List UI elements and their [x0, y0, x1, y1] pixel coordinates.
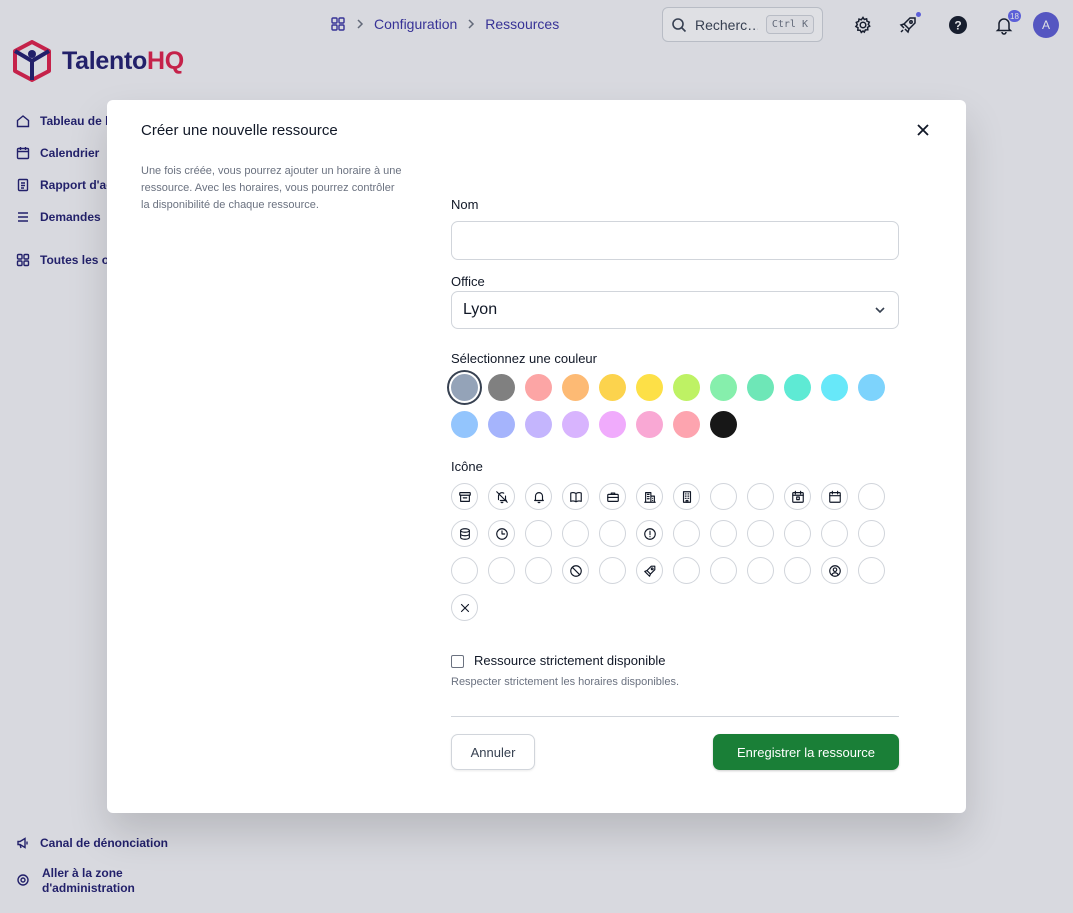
empty-icon-option[interactable]: [525, 557, 552, 584]
strict-availability-help: Respecter strictement les horaires dispo…: [451, 676, 680, 688]
bell-off-icon-option[interactable]: [488, 483, 515, 510]
empty-icon-option[interactable]: [784, 557, 811, 584]
office-label: Office: [451, 274, 485, 289]
empty-icon-option[interactable]: [710, 520, 737, 547]
color-swatch[interactable]: [784, 374, 811, 401]
color-swatch[interactable]: [636, 411, 663, 438]
database-icon: [459, 527, 470, 540]
empty-icon-option[interactable]: [673, 557, 700, 584]
color-swatch[interactable]: [710, 411, 737, 438]
modal-title: Créer une nouvelle ressource: [141, 122, 338, 139]
empty-icon-option[interactable]: [784, 520, 811, 547]
name-input[interactable]: [451, 221, 899, 260]
color-swatch[interactable]: [599, 411, 626, 438]
color-swatch[interactable]: [710, 374, 737, 401]
empty-icon-option[interactable]: [673, 520, 700, 547]
icon-label: Icône: [451, 459, 483, 474]
modal-description: Une fois créée, vous pourrez ajouter un …: [141, 165, 402, 211]
close-icon[interactable]: [915, 122, 931, 138]
save-resource-button[interactable]: Enregistrer la ressource: [713, 734, 899, 770]
empty-icon-option[interactable]: [562, 520, 589, 547]
ban-icon: [569, 564, 582, 577]
cancel-button[interactable]: Annuler: [451, 734, 535, 770]
color-swatch[interactable]: [562, 374, 589, 401]
empty-icon-option[interactable]: [710, 557, 737, 584]
color-swatch[interactable]: [562, 411, 589, 438]
ban-icon-option[interactable]: [562, 557, 589, 584]
strict-availability-label[interactable]: Ressource strictement disponible: [474, 653, 665, 668]
empty-icon-option[interactable]: [599, 520, 626, 547]
book-open-icon-option[interactable]: [562, 483, 589, 510]
empty-icon-option[interactable]: [821, 520, 848, 547]
bell-icon: [533, 491, 544, 503]
empty-icon-option[interactable]: [747, 557, 774, 584]
color-swatch[interactable]: [747, 374, 774, 401]
empty-icon-option[interactable]: [858, 557, 885, 584]
calendar-icon-option[interactable]: [821, 483, 848, 510]
color-swatch[interactable]: [525, 411, 552, 438]
color-picker: [451, 374, 899, 438]
color-swatch[interactable]: [488, 411, 515, 438]
office-building-icon: [682, 490, 691, 503]
color-swatch[interactable]: [599, 374, 626, 401]
bell-off-icon: [495, 490, 508, 503]
rocket-icon-option[interactable]: [636, 557, 663, 584]
color-swatch[interactable]: [821, 374, 848, 401]
color-swatch[interactable]: [636, 374, 663, 401]
color-swatch[interactable]: [525, 374, 552, 401]
x-icon-option[interactable]: [451, 594, 478, 621]
bell-icon-option[interactable]: [525, 483, 552, 510]
divider: [451, 716, 899, 717]
empty-icon-option[interactable]: [488, 557, 515, 584]
color-swatch[interactable]: [673, 374, 700, 401]
clock-icon-option[interactable]: [488, 520, 515, 547]
name-label: Nom: [451, 197, 479, 212]
strict-availability-checkbox[interactable]: [451, 655, 464, 668]
create-resource-modal: Créer une nouvelle ressource Une fois cr…: [107, 100, 966, 813]
archive-icon: [458, 491, 471, 502]
office-building-icon-option[interactable]: [673, 483, 700, 510]
empty-icon-option[interactable]: [747, 483, 774, 510]
calendar-icon: [828, 490, 841, 503]
calendar-event-icon: [791, 490, 804, 503]
empty-icon-option[interactable]: [858, 520, 885, 547]
user-circle-icon: [828, 564, 841, 577]
empty-icon-option[interactable]: [451, 557, 478, 584]
color-swatch[interactable]: [673, 411, 700, 438]
calendar-event-icon-option[interactable]: [784, 483, 811, 510]
empty-icon-option[interactable]: [747, 520, 774, 547]
empty-icon-option[interactable]: [858, 483, 885, 510]
archive-icon-option[interactable]: [451, 483, 478, 510]
empty-icon-option[interactable]: [525, 520, 552, 547]
color-label: Sélectionnez une couleur: [451, 351, 597, 366]
empty-icon-option[interactable]: [710, 483, 737, 510]
icon-picker: [451, 483, 899, 621]
color-swatch[interactable]: [451, 374, 478, 401]
x-icon: [460, 603, 469, 612]
user-circle-icon-option[interactable]: [821, 557, 848, 584]
briefcase-icon: [606, 491, 619, 502]
alert-circle-icon-option[interactable]: [636, 520, 663, 547]
chevron-down-icon: [873, 303, 887, 317]
color-swatch[interactable]: [451, 411, 478, 438]
database-icon-option[interactable]: [451, 520, 478, 547]
color-swatch[interactable]: [858, 374, 885, 401]
briefcase-icon-option[interactable]: [599, 483, 626, 510]
book-open-icon: [569, 491, 582, 502]
office-selected-value: Lyon: [463, 301, 498, 318]
alert-circle-icon: [643, 527, 656, 540]
empty-icon-option[interactable]: [599, 557, 626, 584]
office-select[interactable]: Lyon: [451, 291, 899, 329]
rocket-icon: [643, 565, 655, 577]
clock-icon: [495, 527, 508, 540]
building-icon-option[interactable]: [636, 483, 663, 510]
color-swatch[interactable]: [488, 374, 515, 401]
building-icon: [643, 491, 656, 503]
